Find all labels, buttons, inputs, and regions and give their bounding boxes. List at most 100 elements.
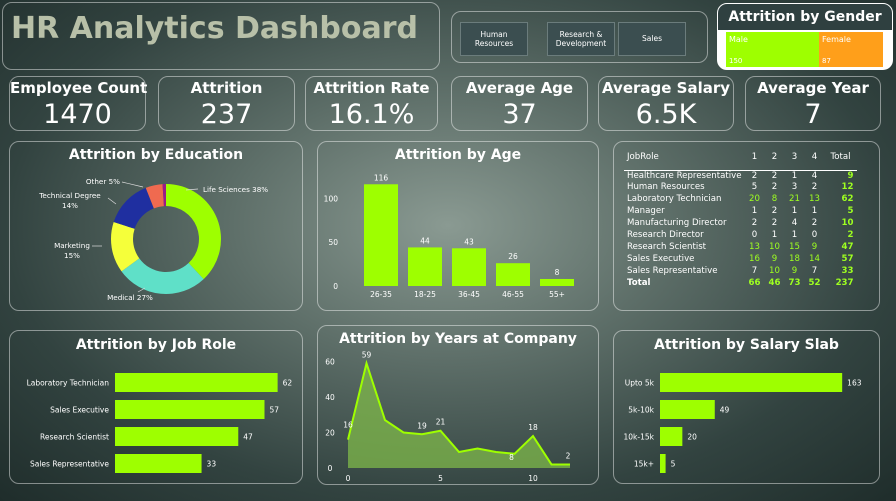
- gender-male-value: 150: [729, 57, 743, 65]
- x-tick-label: 55+: [549, 290, 565, 299]
- jobrole-bar-chart: Laboratory Technician 62 Sales Executive 57…: [27, 373, 293, 473]
- kpi-employee-count: Employee Count 1470: [9, 76, 148, 131]
- pie-label: Other 5%: [86, 177, 120, 186]
- matrix-row: Manufacturing Director 2 2 4 2 10: [624, 218, 857, 230]
- data-label: 16: [343, 421, 353, 430]
- kpi-value: 1470: [43, 99, 112, 130]
- y-tick-label: 0: [328, 464, 333, 473]
- matrix-cell: 12: [841, 182, 854, 193]
- filter-sales-button[interactable]: Sales: [618, 22, 686, 56]
- y-tick-label: 60: [325, 358, 335, 367]
- y-tick-label: 20: [325, 429, 335, 438]
- filter-research-development-button[interactable]: Research & Development: [547, 22, 615, 56]
- matrix-cell: 10: [841, 218, 854, 229]
- data-label: 163: [847, 379, 862, 388]
- matrix-cell: 1: [771, 230, 778, 241]
- matrix-cell: 47: [841, 241, 854, 252]
- bar: [115, 427, 239, 446]
- matrix-cell: Manufacturing Director: [627, 218, 727, 229]
- bar: [115, 373, 278, 392]
- age-panel: Attrition by Age 0 50 100 116 26-35 44 18-25 43…: [317, 141, 599, 311]
- salary-bar-chart: Upto 5k 163 5k-10k 49 10k-15k 20 15k+ 5: [624, 373, 862, 473]
- kpi-label: Attrition Rate: [313, 79, 430, 97]
- matrix-cell: 9: [771, 253, 778, 264]
- y-tick-label: Upto 5k: [625, 379, 655, 388]
- gender-female-bar[interactable]: Female 87: [819, 32, 883, 67]
- bar: [660, 373, 843, 392]
- matrix-header: 2: [764, 150, 785, 171]
- data-label: 47: [243, 433, 253, 442]
- pie-label: Technical Degree: [38, 191, 101, 200]
- age-bar-chart: 0 50 100 116 26-35 44 18-25 43 36-45 26 46-55 8 55+: [324, 173, 574, 299]
- matrix-cell: Laboratory Technician: [627, 194, 722, 205]
- x-tick-label: 18-25: [414, 290, 436, 299]
- matrix-cell: 8: [771, 194, 778, 205]
- data-label: 59: [362, 350, 372, 359]
- salary-panel: Attrition by Salary Slab Upto 5k 163 5k-10…: [613, 330, 880, 484]
- page-title: HR Analytics Dashboard: [11, 11, 418, 46]
- years-panel: Attrition by Years at Company 0 20 40 60 0 5 1…: [317, 325, 599, 485]
- kpi-label: Attrition: [190, 79, 263, 97]
- y-tick-label: 15k+: [634, 460, 654, 469]
- x-tick-label: 10: [528, 474, 538, 483]
- kpi-label: Employee Count: [10, 79, 148, 97]
- y-tick-label: 100: [324, 194, 339, 203]
- kpi-label: Average Year: [757, 79, 869, 97]
- matrix-cell: 2: [771, 218, 778, 229]
- education-donut-chart: Life Sciences 38% Medical 27% Marketing15%…: [38, 177, 268, 302]
- matrix-header: 3: [784, 150, 805, 171]
- data-label: 18: [528, 423, 538, 432]
- y-tick-label: Research Scientist: [40, 433, 109, 442]
- pie-label: 15%: [64, 251, 80, 260]
- bar: [115, 400, 265, 419]
- years-area-chart: 0 20 40 60 0 5 10 16 59 19 21 8 18 2: [325, 350, 570, 483]
- y-tick-label: 0: [333, 282, 338, 291]
- matrix-cell: 10: [769, 265, 780, 276]
- matrix-cell: Sales Representative: [627, 265, 718, 276]
- kpi-value: 7: [804, 99, 822, 130]
- matrix-cell: 2: [771, 182, 778, 193]
- matrix-cell: 73: [788, 277, 801, 288]
- kpi-average-salary: Average Salary 6.5K: [598, 76, 734, 131]
- department-slicer: Human Resources Research & Development Sal…: [451, 11, 708, 63]
- matrix-cell: 62: [841, 194, 854, 205]
- kpi-value: 237: [200, 99, 253, 130]
- filter-human-resources-button[interactable]: Human Resources: [460, 22, 528, 56]
- y-tick-label: Sales Representative: [30, 460, 109, 469]
- matrix-cell: 1: [811, 206, 818, 217]
- data-label: 21: [436, 418, 446, 427]
- matrix-cell: 33: [841, 265, 854, 276]
- matrix-cell: 7: [751, 265, 758, 276]
- bar: [660, 454, 666, 473]
- bar: [452, 248, 486, 286]
- kpi-value: 6.5K: [635, 99, 697, 130]
- matrix-cell: 9: [847, 170, 854, 181]
- matrix-cell: 5: [847, 206, 854, 217]
- gender-male-label: Male: [729, 35, 748, 44]
- jobrole-matrix: JobRole 1 2 3 4 Total Healthcare Representati…: [624, 150, 857, 290]
- matrix-cell: 2: [771, 206, 778, 217]
- data-label: 62: [283, 379, 293, 388]
- bar: [496, 263, 530, 286]
- gender-male-bar[interactable]: Male 150: [726, 32, 833, 67]
- kpi-average-age: Average Age 37: [451, 76, 588, 131]
- data-label: 43: [464, 237, 474, 246]
- leader-line: [137, 287, 146, 293]
- matrix-cell: 0: [811, 230, 818, 241]
- pie-label: Life Sciences 38%: [203, 185, 268, 194]
- matrix-cell: Research Scientist: [627, 241, 707, 252]
- jobrole-panel: Attrition by Job Role Laboratory Technic…: [9, 330, 303, 484]
- matrix-header: 4: [804, 150, 825, 171]
- matrix-cell: 52: [808, 277, 821, 288]
- matrix-row: Manager 1 2 1 1 5: [624, 206, 857, 218]
- data-label: 5: [671, 460, 676, 469]
- matrix-cell: 4: [811, 170, 818, 181]
- y-tick-label: 10k-15k: [624, 433, 655, 442]
- matrix-row: Research Scientist 13 10 15 9 47: [624, 242, 857, 254]
- matrix-row: Human Resources 5 2 3 2 12: [624, 182, 857, 194]
- kpi-label: Average Age: [465, 79, 574, 97]
- matrix-header: JobRole: [624, 150, 745, 171]
- y-tick-label: 5k-10k: [628, 406, 654, 415]
- y-tick-label: 50: [328, 238, 338, 247]
- y-tick-label: Sales Executive: [50, 406, 109, 415]
